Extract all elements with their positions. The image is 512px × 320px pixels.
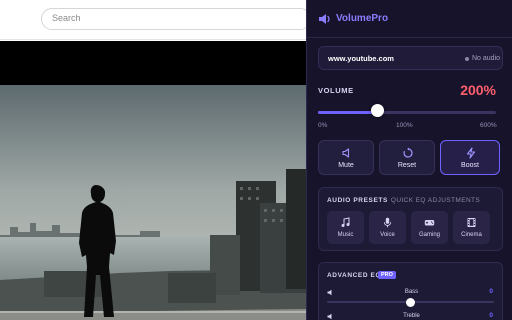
preset-music-label: Music xyxy=(337,232,354,238)
advanced-eq-panel: ADVANCED EQ PRO Bass 0 Treble 0 xyxy=(318,262,503,320)
presets-subtitle: QUICK EQ ADJUSTMENTS xyxy=(390,197,481,204)
lightning-icon xyxy=(466,147,476,159)
gamepad-icon xyxy=(424,220,435,226)
volume-tick-mid: 100% xyxy=(396,122,413,129)
site-domain: www.youtube.com xyxy=(328,54,394,63)
app-title: VolumePro xyxy=(336,13,389,24)
preset-gaming-label: Gaming xyxy=(418,232,440,238)
reset-button[interactable]: Reset xyxy=(379,140,435,175)
volume-extension-popup: VolumePro www.youtube.com No audio VOLUM… xyxy=(306,0,512,320)
eq-band-treble-label: Treble xyxy=(403,313,420,319)
audio-presets-panel: AUDIO PRESETS QUICK EQ ADJUSTMENTS Music … xyxy=(318,187,503,251)
boost-button[interactable]: Boost xyxy=(440,140,500,175)
preset-voice-label: Voice xyxy=(380,232,395,238)
search-placeholder: Search xyxy=(52,13,81,23)
volume-slider-fill xyxy=(318,111,378,114)
audio-status: No audio xyxy=(472,54,501,62)
current-site-card: www.youtube.com No audio xyxy=(318,46,503,70)
volume-tick-min: 0% xyxy=(318,122,328,129)
preset-voice[interactable]: Voice xyxy=(369,211,406,244)
microphone-icon xyxy=(383,217,392,228)
eq-band-bass-value: 0 xyxy=(489,288,493,295)
mute-label: Mute xyxy=(338,162,354,169)
preset-gaming[interactable]: Gaming xyxy=(411,211,448,244)
presets-heading: AUDIO PRESETS QUICK EQ ADJUSTMENTS xyxy=(327,197,480,204)
speaker-icon xyxy=(319,14,330,24)
pro-badge: PRO xyxy=(378,271,396,279)
search-input[interactable]: Search xyxy=(41,8,311,30)
preset-cinema[interactable]: Cinema xyxy=(453,211,490,244)
preset-music[interactable]: Music xyxy=(327,211,364,244)
volume-slider-track[interactable] xyxy=(318,111,496,114)
video-player[interactable] xyxy=(0,41,306,320)
preset-cinema-label: Cinema xyxy=(461,232,482,238)
eq-band-treble-value: 0 xyxy=(489,312,493,319)
mute-button[interactable]: Mute xyxy=(318,140,374,175)
reset-icon xyxy=(403,147,413,158)
speaker-mute-icon xyxy=(342,148,350,158)
eq-title: ADVANCED EQ xyxy=(327,272,382,279)
film-icon xyxy=(467,218,476,227)
presets-title: AUDIO PRESETS xyxy=(327,197,388,204)
volume-slider-thumb[interactable] xyxy=(370,104,384,117)
popup-header: VolumePro xyxy=(307,0,512,38)
reset-label: Reset xyxy=(397,162,417,169)
boost-label: Boost xyxy=(461,162,479,169)
eq-band-bass-label: Bass xyxy=(404,289,419,295)
video-frame-image xyxy=(0,85,306,320)
music-note-icon xyxy=(341,217,350,227)
volume-value: 200% xyxy=(460,82,496,98)
audio-status-dot xyxy=(465,57,469,61)
volume-label: VOLUME xyxy=(318,86,354,95)
page-divider xyxy=(0,39,306,40)
volume-tick-max: 600% xyxy=(480,122,497,129)
eq-bass-slider-thumb[interactable] xyxy=(406,297,415,307)
